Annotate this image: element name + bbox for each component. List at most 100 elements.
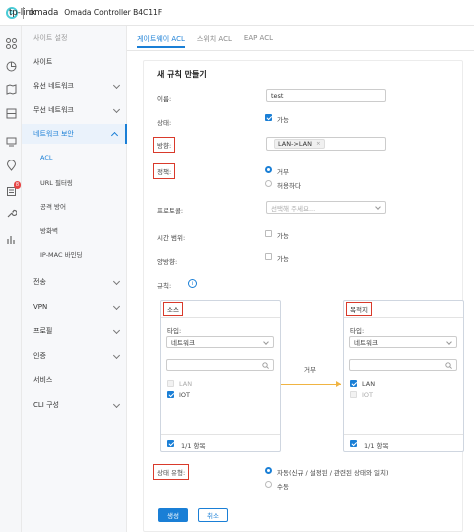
chevron-down-icon: [375, 204, 381, 210]
protocol-select[interactable]: 선택해 주세요...: [266, 201, 386, 214]
destination-select-all-checkbox[interactable]: [350, 440, 357, 447]
menu-label: CLI 구성: [33, 401, 59, 409]
source-iot-checkbox[interactable]: [167, 391, 174, 398]
menu-item-firewall[interactable]: 방화벽: [22, 220, 127, 240]
destination-lan-label: LAN: [362, 380, 376, 388]
state-auto-radio[interactable]: [265, 467, 272, 474]
menu-label: 인증: [33, 352, 46, 360]
source-lan-label: LAN: [179, 380, 193, 388]
destination-lan-checkbox[interactable]: [350, 380, 357, 387]
source-select-all-checkbox[interactable]: [167, 440, 174, 447]
remove-tag-icon[interactable]: ×: [316, 141, 321, 147]
rules-label: 규칙:: [157, 282, 172, 290]
destination-footer-divider: [344, 434, 463, 435]
state-type-label: 상태 유형:: [152, 464, 190, 480]
settings-menu: 사이트 설정 사이트 유선 네트워크 무선 네트워크 네트워크 보안 ACL U…: [22, 26, 127, 532]
chevron-down-icon: [112, 326, 121, 335]
bidirectional-label: 양방향:: [157, 258, 178, 266]
name-input[interactable]: test: [266, 89, 386, 102]
menu-item-wired-network[interactable]: 유선 네트워크: [22, 76, 127, 96]
destination-count: 1/1 항목: [364, 442, 389, 450]
chevron-down-icon: [446, 339, 452, 345]
policy-allow-label: 허용하다: [277, 182, 301, 190]
menu-item-ip-mac-binding[interactable]: IP-MAC 바인딩: [22, 244, 127, 264]
time-range-label: 시간 범위:: [157, 234, 186, 242]
tab-gateway-acl[interactable]: 게이트웨이 ACL: [137, 34, 185, 48]
destination-iot-label: IOT: [362, 391, 374, 399]
client-icon[interactable]: [4, 134, 18, 148]
source-divider: [161, 317, 280, 318]
notification-badge: 8: [13, 181, 21, 189]
policy-allow-radio[interactable]: [265, 180, 272, 187]
source-title: 소스: [163, 302, 183, 316]
menu-item-attack-defense[interactable]: 공격 방어: [22, 196, 127, 216]
destination-divider: [344, 317, 463, 318]
cancel-button[interactable]: 취소: [198, 508, 228, 522]
chevron-down-icon: [112, 351, 121, 360]
menu-item-vpn[interactable]: VPN: [22, 297, 127, 317]
policy-deny-radio[interactable]: [265, 166, 272, 173]
destination-iot-checkbox[interactable]: [350, 391, 357, 398]
source-footer-divider: [161, 434, 280, 435]
destination-type-value: 네트워크: [354, 339, 378, 347]
menu-label: 전송: [33, 278, 46, 286]
transfer-arrow-line: [281, 384, 341, 385]
name-value: test: [271, 91, 284, 100]
menu-item-authentication[interactable]: 인증: [22, 346, 127, 366]
menu-item-transmission[interactable]: 전송: [22, 272, 127, 292]
devices-icon[interactable]: [4, 106, 18, 120]
grid-icon[interactable]: [4, 36, 18, 50]
menu-label: 무선 네트워크: [33, 106, 74, 114]
icon-rail: 8: [0, 26, 22, 532]
destination-search-input[interactable]: [349, 359, 457, 371]
menu-item-services[interactable]: 서비스: [22, 370, 127, 390]
menu-item-network-security[interactable]: 네트워크 보안: [22, 124, 127, 144]
acl-tabs: 게이트웨이 ACL 스위치 ACL EAP ACL: [137, 34, 285, 48]
time-range-checkbox[interactable]: [265, 230, 272, 237]
menu-item-site[interactable]: 사이트: [22, 52, 127, 72]
bidirectional-checkbox[interactable]: [265, 253, 272, 260]
tab-divider: [127, 50, 474, 51]
status-enable-checkbox[interactable]: [265, 114, 272, 121]
tab-switch-acl[interactable]: 스위치 ACL: [197, 34, 232, 48]
chevron-down-icon: [112, 302, 121, 311]
source-iot-label: IOT: [179, 391, 191, 399]
info-icon[interactable]: i: [188, 279, 197, 288]
menu-label: 프로필: [33, 327, 53, 335]
location-icon[interactable]: [4, 158, 18, 172]
chevron-down-icon: [112, 277, 121, 286]
tab-eap-acl[interactable]: EAP ACL: [244, 34, 273, 48]
menu-item-acl[interactable]: ACL: [22, 148, 127, 168]
protocol-label: 프로토콜:: [157, 207, 184, 215]
destination-type-select[interactable]: 네트워크: [349, 336, 457, 348]
menu-item-wireless-network[interactable]: 무선 네트워크: [22, 100, 127, 120]
policy-deny-label: 거부: [277, 168, 289, 176]
app-title: Omada Controller B4C11F: [64, 8, 163, 17]
rule-form-panel: [143, 60, 463, 532]
source-type-select[interactable]: 네트워크: [166, 336, 274, 348]
state-manual-label: 수동: [277, 483, 289, 491]
create-button[interactable]: 생성: [158, 508, 188, 522]
menu-header-site-settings: 사이트 설정: [33, 34, 68, 42]
name-label: 이름:: [157, 95, 172, 103]
state-manual-radio[interactable]: [265, 481, 272, 488]
menu-item-cli-config[interactable]: CLI 구성: [22, 395, 127, 415]
transfer-policy-label: 거부: [304, 366, 316, 374]
source-search-input[interactable]: [166, 359, 274, 371]
menu-item-profile[interactable]: 프로필: [22, 321, 127, 341]
source-box: 소스 타입: 네트워크 LAN IOT 1/1 항목: [160, 300, 281, 452]
log-icon[interactable]: 8: [4, 181, 21, 198]
direction-tag[interactable]: LAN->LAN ×: [274, 139, 325, 149]
map-icon[interactable]: [4, 82, 18, 96]
form-title: 새 규칙 만들기: [157, 70, 207, 79]
menu-item-url-filtering[interactable]: URL 필터링: [22, 172, 127, 192]
tools-icon[interactable]: [4, 206, 18, 220]
status-label: 상태:: [157, 119, 172, 127]
source-lan-checkbox[interactable]: [167, 380, 174, 387]
chevron-up-icon: [110, 131, 119, 140]
stats-icon[interactable]: [4, 232, 18, 246]
tp-link-logo: p tp-link: [6, 6, 36, 19]
source-count: 1/1 항목: [181, 442, 206, 450]
chart-icon[interactable]: [4, 59, 18, 73]
brand-name: tp-link: [9, 7, 36, 18]
